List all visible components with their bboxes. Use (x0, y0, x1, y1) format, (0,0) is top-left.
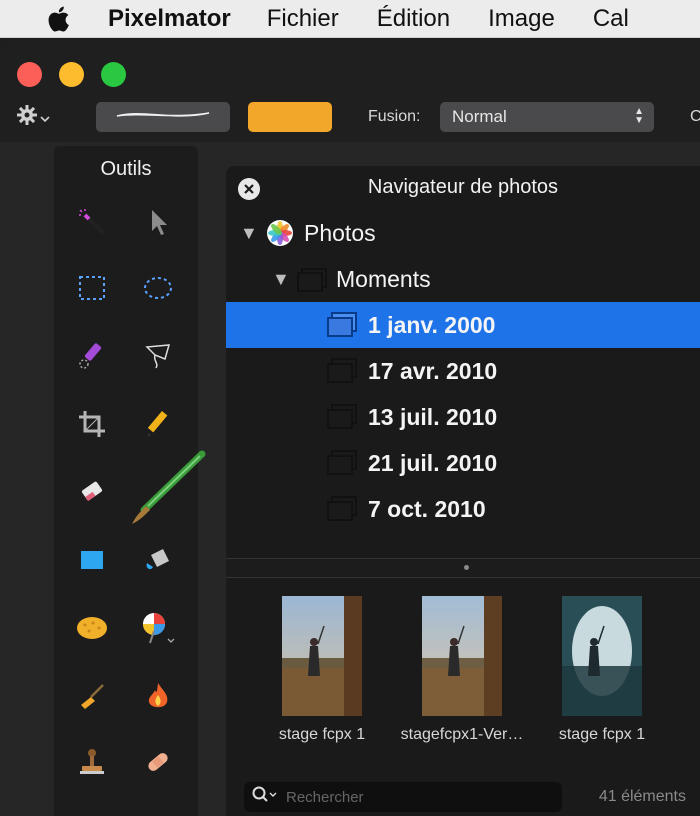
blend-mode-value: Normal (452, 107, 507, 126)
tree-item-moments[interactable]: ▼ Moments (226, 256, 700, 302)
sponge-tool-icon[interactable] (72, 608, 112, 648)
zoom-window-button[interactable] (101, 62, 126, 87)
disclosure-triangle-icon[interactable]: ▼ (240, 223, 258, 244)
photo-grid: stage fcpx 1 stagefcpx1-Ver… stage fcpx … (226, 578, 700, 774)
photo-thumbnail-label: stage fcpx 1 (558, 726, 646, 743)
menu-image[interactable]: Image (488, 5, 555, 33)
tree-item-label: Moments (336, 265, 431, 292)
photo-thumbnail-label: stage fcpx 1 (278, 726, 366, 743)
search-field[interactable] (244, 782, 562, 812)
tree-item-label: 7 oct. 2010 (368, 495, 486, 522)
tree-item-moment-0[interactable]: 1 janv. 2000 (226, 302, 700, 348)
moment-stack-icon (326, 496, 358, 527)
apple-menu-icon[interactable] (40, 5, 76, 33)
photo-thumbnail-image (422, 596, 502, 716)
chevron-down-icon (40, 108, 50, 127)
app-window: Fusion: Normal ▲ ▼ C Outils Navigateur d… (0, 42, 700, 816)
tree-item-photos[interactable]: ▼ Photos (226, 210, 700, 256)
tree-item-moment-1[interactable]: 17 avr. 2010 (226, 348, 700, 394)
tree-item-moment-2[interactable]: 13 juil. 2010 (226, 394, 700, 440)
eraser-tool-icon[interactable] (72, 472, 112, 512)
shape-tool-icon[interactable] (72, 540, 112, 580)
photo-thumbnail[interactable]: stagefcpx1-Ver… (392, 596, 532, 744)
tree-item-moment-4[interactable]: 7 oct. 2010 (226, 486, 700, 532)
tree-item-label: 1 janv. 2000 (368, 311, 496, 338)
blend-mode-label: Fusion: (368, 108, 421, 125)
menu-calque[interactable]: Cal (593, 5, 629, 33)
menu-edition[interactable]: Édition (377, 5, 450, 33)
color-swatch-button[interactable] (248, 102, 332, 132)
tree-item-label: Photos (304, 219, 376, 246)
tools-title: Outils (100, 158, 152, 180)
moment-stack-icon (326, 358, 358, 389)
settings-menu[interactable] (16, 104, 50, 130)
blend-mode-select[interactable]: Normal ▲ ▼ (440, 102, 654, 132)
ellipse-marquee-tool-icon[interactable] (138, 268, 178, 308)
search-input[interactable] (286, 788, 526, 806)
title-bar: Fusion: Normal ▲ ▼ C (0, 42, 700, 142)
broom-tool-icon[interactable] (72, 676, 112, 716)
photo-thumbnail[interactable]: stage fcpx 1 (532, 596, 672, 744)
photo-thumbnail[interactable]: stage fcpx 1 (252, 596, 392, 744)
clone-stamp-tool-icon[interactable] (72, 742, 112, 782)
browser-footer: 41 éléments (226, 774, 700, 816)
minimize-window-button[interactable] (59, 62, 84, 87)
paint-bucket-tool-icon[interactable] (138, 540, 178, 580)
tree-item-label: 21 juil. 2010 (368, 449, 498, 476)
moment-stack-icon (326, 312, 358, 343)
disclosure-triangle-icon[interactable]: ▼ (272, 269, 290, 290)
brush-preset-button[interactable] (96, 102, 230, 132)
tree-item-moment-3[interactable]: 21 juil. 2010 (226, 440, 700, 486)
crop-tool-icon[interactable] (72, 404, 112, 444)
rect-marquee-tool-icon[interactable] (72, 268, 112, 308)
photo-thumbnail-image (562, 596, 642, 716)
truncated-label: C (690, 108, 700, 125)
source-tree: ▼ Photos ▼ Moments 1 janv. 2000 17 avr. … (226, 210, 700, 546)
photo-browser-panel: Navigateur de photos ▼ Photos ▼ Moments (226, 166, 700, 816)
split-view-divider[interactable] (226, 558, 700, 578)
moment-stack-icon (326, 404, 358, 435)
search-icon[interactable] (252, 786, 278, 808)
divider-handle[interactable] (464, 565, 469, 570)
lasso-tool-icon[interactable] (138, 336, 178, 376)
magic-wand-tool-icon[interactable] (72, 202, 112, 242)
gear-icon (16, 104, 38, 130)
pen-tool-icon[interactable] (138, 404, 178, 444)
brush-stroke-icon (113, 107, 213, 127)
arrow-tool-icon[interactable] (138, 202, 178, 242)
tree-item-label: 13 juil. 2010 (368, 403, 498, 430)
tree-item-label: 17 avr. 2010 (368, 357, 498, 384)
tools-palette: Outils (54, 146, 206, 816)
photo-thumbnail-image (282, 596, 362, 716)
updown-chevron-icon: ▲ ▼ (634, 106, 644, 126)
moment-stack-icon (326, 450, 358, 481)
panel-title: Navigateur de photos (367, 176, 559, 198)
quick-selection-tool-icon[interactable] (72, 336, 112, 376)
photo-thumbnail-label: stagefcpx1-Ver… (400, 726, 524, 743)
app-menu[interactable]: Pixelmator (108, 5, 231, 33)
burn-tool-icon[interactable] (138, 676, 178, 716)
paintbrush-tool-icon[interactable] (122, 446, 208, 532)
menu-bar: Pixelmator Fichier Édition Image Cal (0, 0, 700, 38)
close-window-button[interactable] (17, 62, 42, 87)
tool-options-bar: Fusion: Normal ▲ ▼ C (0, 100, 700, 136)
photos-app-icon (266, 219, 294, 252)
color-picker-tool-icon[interactable] (138, 608, 178, 648)
healing-bandage-tool-icon[interactable] (138, 742, 178, 782)
menu-fichier[interactable]: Fichier (267, 5, 339, 33)
moments-stack-icon (296, 268, 328, 297)
item-count: 41 éléments (598, 788, 686, 805)
